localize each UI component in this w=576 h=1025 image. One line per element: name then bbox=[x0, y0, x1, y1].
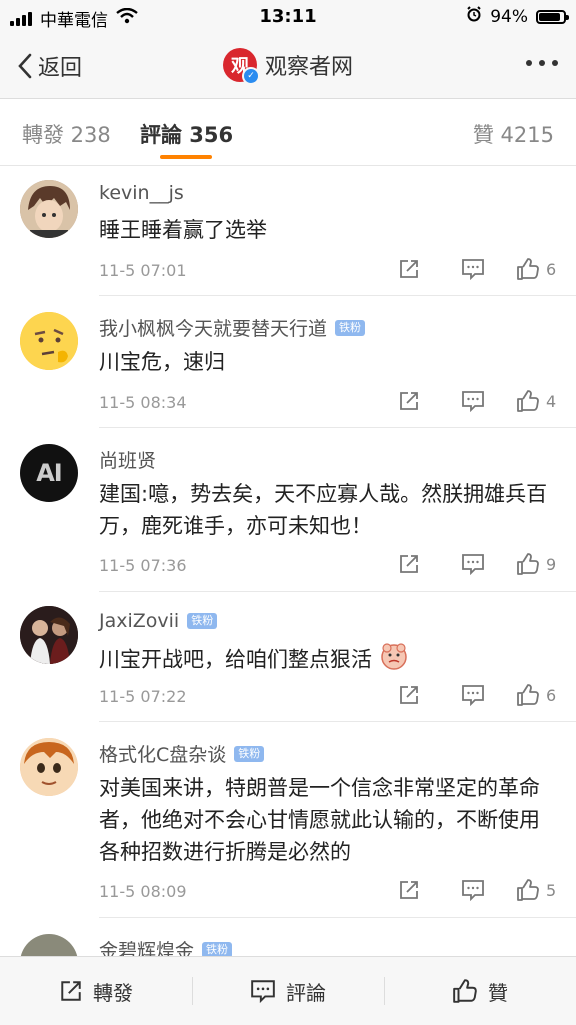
commenter-name[interactable]: 尚班贤 bbox=[99, 446, 156, 473]
comment-item: JaxiZovii 铁粉 川宝开战吧，给咱们整点狠活 11-5 07:22 6 bbox=[0, 592, 576, 722]
comment-time: 11-5 08:34 bbox=[99, 393, 187, 412]
commenter-name[interactable]: 格式化C盘杂谈 铁粉 bbox=[99, 740, 265, 767]
account-name: 观察者网 bbox=[264, 55, 353, 80]
comment-text: 川宝危，速归 bbox=[99, 350, 225, 374]
like-count: 5 bbox=[546, 880, 557, 900]
thumbs-up-icon bbox=[517, 390, 539, 412]
reply-button[interactable] bbox=[452, 390, 494, 412]
thumbs-up-icon bbox=[453, 979, 477, 1003]
reply-button[interactable] bbox=[452, 553, 494, 575]
commenter-name[interactable]: 我小枫枫今天就要替天行道 铁粉 bbox=[99, 314, 366, 341]
avatar[interactable]: AI bbox=[20, 444, 78, 502]
like-count: 4 bbox=[546, 391, 557, 411]
verified-icon: ✓ bbox=[241, 67, 260, 85]
comment-text: 建国:噫，势去矣，天不应寡人哉。然朕拥雄兵百万，鹿死谁手，亦可未知也！ bbox=[99, 482, 548, 538]
thumbs-up-icon bbox=[517, 553, 539, 575]
avatar[interactable] bbox=[20, 606, 78, 664]
bottom-action-bar: 轉發 評論 贊 bbox=[0, 956, 576, 1025]
thumbs-up-icon bbox=[517, 879, 539, 901]
share-icon bbox=[61, 981, 81, 1001]
active-tab-indicator bbox=[160, 155, 212, 159]
account-logo: 观 ✓ bbox=[222, 48, 260, 85]
reply-button[interactable] bbox=[452, 258, 494, 280]
thumbs-up-icon bbox=[517, 684, 539, 706]
share-button[interactable] bbox=[388, 390, 430, 412]
battery-icon bbox=[536, 9, 569, 24]
share-button[interactable] bbox=[388, 684, 430, 706]
comment-icon bbox=[251, 980, 275, 1003]
comment-item: 格式化C盘杂谈 铁粉 对美国来讲，特朗普是一个信念非常坚定的革命者，他绝对不会心甘… bbox=[0, 722, 576, 918]
comment-time: 11-5 08:09 bbox=[99, 882, 187, 901]
comment-item: 我小枫枫今天就要替天行道 铁粉 川宝危，速归 11-5 08:34 4 bbox=[0, 296, 576, 428]
comment-text: 川宝开战吧，给咱们整点狠活 bbox=[99, 642, 559, 679]
share-button[interactable] bbox=[388, 258, 430, 280]
comment-icon bbox=[462, 880, 484, 901]
thumbs-up-icon bbox=[517, 258, 539, 280]
like-button[interactable]: 6 bbox=[516, 257, 556, 281]
like-post-button[interactable]: 贊 bbox=[384, 957, 576, 1025]
avatar[interactable] bbox=[20, 934, 78, 956]
avatar[interactable] bbox=[20, 180, 78, 238]
comment-button[interactable]: 評論 bbox=[192, 957, 384, 1025]
share-icon bbox=[400, 392, 418, 410]
tab-likes[interactable]: 贊 4215 bbox=[473, 119, 554, 149]
nav-bar: 返回 观 ✓ 观察者网 bbox=[0, 34, 576, 99]
account-title[interactable]: 观 ✓ 观察者网 bbox=[0, 48, 576, 85]
share-button[interactable] bbox=[388, 553, 430, 575]
alarm-icon bbox=[466, 6, 482, 27]
fan-badge: 铁粉 bbox=[202, 941, 233, 956]
avatar-text: AI bbox=[36, 459, 62, 487]
comment-item: AI 尚班贤 建国:噫，势去矣，天不应寡人哉。然朕拥雄兵百万，鹿死谁手，亦可未知… bbox=[0, 428, 576, 592]
share-icon bbox=[400, 881, 418, 899]
comment-time: 11-5 07:01 bbox=[99, 261, 187, 280]
tab-bar: 轉發 238 評論 356 贊 4215 bbox=[0, 99, 576, 166]
like-button[interactable]: 4 bbox=[516, 389, 556, 413]
comment-icon bbox=[462, 259, 484, 280]
repost-button[interactable]: 轉發 bbox=[0, 957, 192, 1025]
avatar[interactable] bbox=[20, 738, 78, 796]
commenter-name[interactable]: kevin__js bbox=[99, 182, 184, 204]
share-icon bbox=[400, 686, 418, 704]
like-button[interactable]: 9 bbox=[516, 552, 556, 576]
comment-item: kevin__js 睡王睡着赢了选举 11-5 07:01 6 bbox=[0, 166, 576, 296]
like-label: 贊 bbox=[488, 980, 508, 1005]
like-button[interactable]: 6 bbox=[516, 683, 556, 707]
like-count: 9 bbox=[546, 554, 557, 574]
fan-badge: 铁粉 bbox=[187, 613, 218, 629]
repost-label: 轉發 bbox=[93, 980, 133, 1005]
comment-text: 睡王睡着赢了选举 bbox=[99, 218, 267, 242]
comment-icon bbox=[462, 554, 484, 575]
share-button[interactable] bbox=[388, 879, 430, 901]
comment-icon bbox=[462, 391, 484, 412]
fan-badge: 铁粉 bbox=[335, 319, 366, 336]
like-count: 6 bbox=[546, 259, 557, 279]
reply-button[interactable] bbox=[452, 684, 494, 706]
reply-button[interactable] bbox=[452, 879, 494, 901]
status-bar: 中華電信 13:11 94% bbox=[0, 0, 576, 34]
fan-badge: 铁粉 bbox=[234, 745, 265, 762]
comment-label: 評論 bbox=[286, 980, 326, 1005]
comment-icon bbox=[462, 685, 484, 706]
comment-time: 11-5 07:22 bbox=[99, 687, 187, 706]
comment-text: 对美国来讲，特朗普是一个信念非常坚定的革命者，他绝对不会心甘情愿就此认输的，不断… bbox=[99, 776, 540, 864]
more-button[interactable] bbox=[526, 60, 558, 66]
share-icon bbox=[400, 555, 418, 573]
emoji-icon bbox=[379, 642, 409, 679]
tab-comments[interactable]: 評論 356 bbox=[140, 119, 233, 149]
comment-time: 11-5 07:36 bbox=[99, 556, 187, 575]
commenter-name[interactable]: 金碧辉煌金 铁粉 bbox=[99, 936, 233, 956]
battery-percent: 94% bbox=[490, 6, 528, 27]
like-count: 6 bbox=[546, 685, 557, 705]
share-icon bbox=[400, 260, 418, 278]
like-button[interactable]: 5 bbox=[516, 878, 556, 902]
avatar[interactable] bbox=[20, 312, 78, 370]
tab-repost[interactable]: 轉發 238 bbox=[22, 119, 111, 149]
comment-item: 金碧辉煌金 铁粉 bbox=[0, 918, 576, 956]
commenter-name[interactable]: JaxiZovii 铁粉 bbox=[99, 610, 218, 632]
